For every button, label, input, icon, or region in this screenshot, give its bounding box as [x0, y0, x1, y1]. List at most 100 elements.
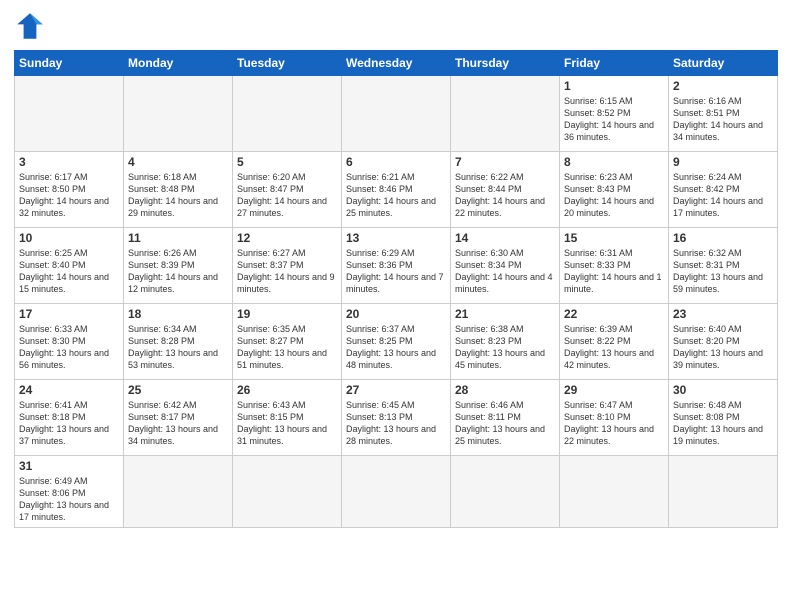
calendar-cell: 8 Sunrise: 6:23 AM Sunset: 8:43 PM Daylig…: [560, 152, 669, 228]
calendar-cell: 15 Sunrise: 6:31 AM Sunset: 8:33 PM Dayli…: [560, 228, 669, 304]
calendar-cell: [451, 76, 560, 152]
week-row-6: 31 Sunrise: 6:49 AM Sunset: 8:06 PM Dayli…: [15, 456, 778, 528]
day-number: 2: [673, 79, 773, 93]
calendar-cell: 31 Sunrise: 6:49 AM Sunset: 8:06 PM Dayli…: [15, 456, 124, 528]
day-number: 4: [128, 155, 228, 169]
day-info: Sunrise: 6:21 AM Sunset: 8:46 PM Dayligh…: [346, 171, 446, 220]
calendar-cell: 12Sunrise: 6:27 AM Sunset: 8:37 PM Dayli…: [233, 228, 342, 304]
week-row-5: 24Sunrise: 6:41 AM Sunset: 8:18 PM Dayli…: [15, 380, 778, 456]
weekday-header-tuesday: Tuesday: [233, 51, 342, 76]
day-number: 18: [128, 307, 228, 321]
calendar-cell: 20Sunrise: 6:37 AM Sunset: 8:25 PM Dayli…: [342, 304, 451, 380]
day-info: Sunrise: 6:22 AM Sunset: 8:44 PM Dayligh…: [455, 171, 555, 220]
day-number: 6: [346, 155, 446, 169]
calendar-cell: 18 Sunrise: 6:34 AM Sunset: 8:28 PM Dayli…: [124, 304, 233, 380]
calendar-cell: [342, 456, 451, 528]
weekday-header-thursday: Thursday: [451, 51, 560, 76]
day-info: Sunrise: 6:34 AM Sunset: 8:28 PM Dayligh…: [128, 323, 228, 372]
day-info: Sunrise: 6:23 AM Sunset: 8:43 PM Dayligh…: [564, 171, 664, 220]
day-info: Sunrise: 6:33 AM Sunset: 8:30 PM Dayligh…: [19, 323, 119, 372]
calendar-cell: 28 Sunrise: 6:46 AM Sunset: 8:11 PM Dayli…: [451, 380, 560, 456]
week-row-3: 10 Sunrise: 6:25 AM Sunset: 8:40 PM Dayli…: [15, 228, 778, 304]
day-number: 8: [564, 155, 664, 169]
day-info: Sunrise: 6:48 AM Sunset: 8:08 PM Dayligh…: [673, 399, 773, 448]
calendar-cell: 5Sunrise: 6:20 AM Sunset: 8:47 PM Daylig…: [233, 152, 342, 228]
calendar-cell: [451, 456, 560, 528]
day-number: 3: [19, 155, 119, 169]
day-number: 30: [673, 383, 773, 397]
day-info: Sunrise: 6:25 AM Sunset: 8:40 PM Dayligh…: [19, 247, 119, 296]
calendar-cell: 2 Sunrise: 6:16 AM Sunset: 8:51 PM Daylig…: [669, 76, 778, 152]
day-number: 19: [237, 307, 337, 321]
week-row-2: 3 Sunrise: 6:17 AM Sunset: 8:50 PM Daylig…: [15, 152, 778, 228]
weekday-header-wednesday: Wednesday: [342, 51, 451, 76]
day-info: Sunrise: 6:31 AM Sunset: 8:33 PM Dayligh…: [564, 247, 664, 296]
week-row-1: 1Sunrise: 6:15 AM Sunset: 8:52 PM Daylig…: [15, 76, 778, 152]
calendar-cell: 3 Sunrise: 6:17 AM Sunset: 8:50 PM Daylig…: [15, 152, 124, 228]
day-info: Sunrise: 6:43 AM Sunset: 8:15 PM Dayligh…: [237, 399, 337, 448]
day-number: 11: [128, 231, 228, 245]
day-info: Sunrise: 6:47 AM Sunset: 8:10 PM Dayligh…: [564, 399, 664, 448]
day-info: Sunrise: 6:37 AM Sunset: 8:25 PM Dayligh…: [346, 323, 446, 372]
logo-icon: [14, 10, 46, 42]
day-info: Sunrise: 6:15 AM Sunset: 8:52 PM Dayligh…: [564, 95, 664, 144]
calendar-cell: [669, 456, 778, 528]
day-number: 31: [19, 459, 119, 473]
calendar-cell: 29Sunrise: 6:47 AM Sunset: 8:10 PM Dayli…: [560, 380, 669, 456]
calendar-cell: 9Sunrise: 6:24 AM Sunset: 8:42 PM Daylig…: [669, 152, 778, 228]
calendar-cell: 13 Sunrise: 6:29 AM Sunset: 8:36 PM Dayli…: [342, 228, 451, 304]
day-number: 14: [455, 231, 555, 245]
day-number: 16: [673, 231, 773, 245]
calendar-cell: 4Sunrise: 6:18 AM Sunset: 8:48 PM Daylig…: [124, 152, 233, 228]
calendar-cell: 16 Sunrise: 6:32 AM Sunset: 8:31 PM Dayli…: [669, 228, 778, 304]
calendar: SundayMondayTuesdayWednesdayThursdayFrid…: [14, 50, 778, 528]
calendar-cell: 24Sunrise: 6:41 AM Sunset: 8:18 PM Dayli…: [15, 380, 124, 456]
day-info: Sunrise: 6:17 AM Sunset: 8:50 PM Dayligh…: [19, 171, 119, 220]
calendar-cell: 19Sunrise: 6:35 AM Sunset: 8:27 PM Dayli…: [233, 304, 342, 380]
calendar-cell: 22 Sunrise: 6:39 AM Sunset: 8:22 PM Dayli…: [560, 304, 669, 380]
day-info: Sunrise: 6:46 AM Sunset: 8:11 PM Dayligh…: [455, 399, 555, 448]
day-info: Sunrise: 6:38 AM Sunset: 8:23 PM Dayligh…: [455, 323, 555, 372]
day-info: Sunrise: 6:42 AM Sunset: 8:17 PM Dayligh…: [128, 399, 228, 448]
header: [14, 10, 778, 42]
calendar-cell: [233, 456, 342, 528]
day-number: 28: [455, 383, 555, 397]
calendar-cell: [560, 456, 669, 528]
day-info: Sunrise: 6:49 AM Sunset: 8:06 PM Dayligh…: [19, 475, 119, 524]
calendar-cell: [124, 456, 233, 528]
calendar-cell: [15, 76, 124, 152]
calendar-cell: 27Sunrise: 6:45 AM Sunset: 8:13 PM Dayli…: [342, 380, 451, 456]
day-info: Sunrise: 6:39 AM Sunset: 8:22 PM Dayligh…: [564, 323, 664, 372]
day-number: 13: [346, 231, 446, 245]
day-number: 24: [19, 383, 119, 397]
week-row-4: 17Sunrise: 6:33 AM Sunset: 8:30 PM Dayli…: [15, 304, 778, 380]
day-info: Sunrise: 6:27 AM Sunset: 8:37 PM Dayligh…: [237, 247, 337, 296]
calendar-cell: 17Sunrise: 6:33 AM Sunset: 8:30 PM Dayli…: [15, 304, 124, 380]
day-info: Sunrise: 6:26 AM Sunset: 8:39 PM Dayligh…: [128, 247, 228, 296]
day-info: Sunrise: 6:24 AM Sunset: 8:42 PM Dayligh…: [673, 171, 773, 220]
day-number: 22: [564, 307, 664, 321]
day-info: Sunrise: 6:40 AM Sunset: 8:20 PM Dayligh…: [673, 323, 773, 372]
day-info: Sunrise: 6:30 AM Sunset: 8:34 PM Dayligh…: [455, 247, 555, 296]
weekday-header-sunday: Sunday: [15, 51, 124, 76]
day-number: 15: [564, 231, 664, 245]
day-number: 25: [128, 383, 228, 397]
day-info: Sunrise: 6:29 AM Sunset: 8:36 PM Dayligh…: [346, 247, 446, 296]
weekday-header-friday: Friday: [560, 51, 669, 76]
calendar-cell: [342, 76, 451, 152]
calendar-cell: 26 Sunrise: 6:43 AM Sunset: 8:15 PM Dayli…: [233, 380, 342, 456]
day-number: 21: [455, 307, 555, 321]
day-number: 7: [455, 155, 555, 169]
day-info: Sunrise: 6:20 AM Sunset: 8:47 PM Dayligh…: [237, 171, 337, 220]
calendar-cell: 10 Sunrise: 6:25 AM Sunset: 8:40 PM Dayli…: [15, 228, 124, 304]
day-info: Sunrise: 6:16 AM Sunset: 8:51 PM Dayligh…: [673, 95, 773, 144]
calendar-cell: 25 Sunrise: 6:42 AM Sunset: 8:17 PM Dayli…: [124, 380, 233, 456]
calendar-cell: 21 Sunrise: 6:38 AM Sunset: 8:23 PM Dayli…: [451, 304, 560, 380]
calendar-cell: 7 Sunrise: 6:22 AM Sunset: 8:44 PM Daylig…: [451, 152, 560, 228]
day-info: Sunrise: 6:32 AM Sunset: 8:31 PM Dayligh…: [673, 247, 773, 296]
weekday-header-saturday: Saturday: [669, 51, 778, 76]
day-number: 10: [19, 231, 119, 245]
page: SundayMondayTuesdayWednesdayThursdayFrid…: [0, 0, 792, 612]
weekday-header-row: SundayMondayTuesdayWednesdayThursdayFrid…: [15, 51, 778, 76]
day-number: 26: [237, 383, 337, 397]
